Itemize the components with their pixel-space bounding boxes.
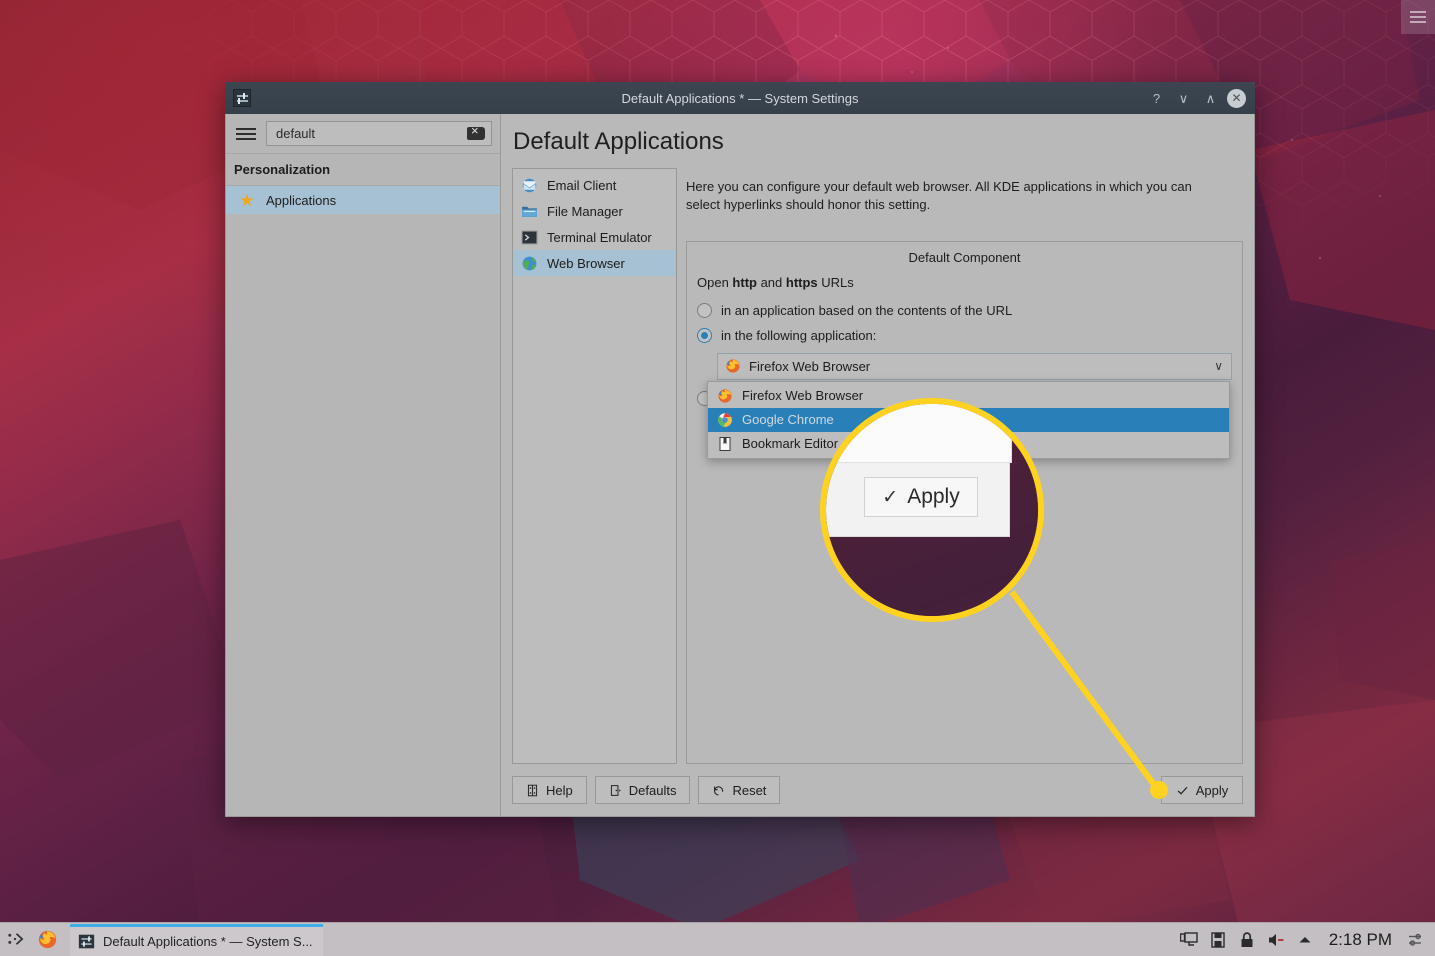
dropdown-item-label: Google Chrome <box>742 412 834 428</box>
taskbar-task-system-settings[interactable]: Default Applications * — System S... <box>70 923 323 956</box>
apply-button-label: Apply <box>1195 782 1229 798</box>
magnified-apply-label: Apply <box>907 485 960 508</box>
desktop: Default Applications * — System Settings… <box>0 0 1435 956</box>
launcher-glyph <box>7 933 23 945</box>
volume-icon[interactable] <box>1267 931 1285 949</box>
chrome-icon <box>718 413 732 427</box>
chevron-down-icon[interactable]: ∨ <box>1214 359 1223 373</box>
window-body: default Personalization ★ Applications D… <box>225 114 1255 817</box>
component-label: Web Browser <box>547 255 625 271</box>
component-label: Terminal Emulator <box>547 229 652 245</box>
close-window-button[interactable]: ✕ <box>1227 88 1246 108</box>
radio-button[interactable] <box>697 302 712 318</box>
radio-label: in the following application: <box>721 327 877 343</box>
reset-button-label: Reset <box>732 782 767 798</box>
search-input-value: default <box>276 126 316 141</box>
magnified-panel: ✓ Apply <box>826 404 1012 537</box>
plasma-launcher-icon[interactable] <box>0 923 30 956</box>
window-title: Default Applications * — System Settings <box>621 90 859 106</box>
system-settings-icon <box>78 934 95 948</box>
help-button-label: Help <box>546 782 573 798</box>
network-display-icon[interactable] <box>1179 931 1198 949</box>
sidebar-item-label: Applications <box>266 192 337 208</box>
minimize-window-button[interactable]: ∨ <box>1173 88 1194 109</box>
radio-option-url-based[interactable]: in an application based on the contents … <box>697 298 1232 323</box>
urls-and: and <box>756 274 786 290</box>
magnifier-callout: ✓ Apply <box>820 398 1044 622</box>
urls-label: Open http and https URLs <box>697 275 1232 298</box>
desktop-toolbox-icon[interactable] <box>1401 0 1435 34</box>
defaults-button-label: Defaults <box>628 782 677 798</box>
clear-text-icon[interactable] <box>467 124 485 140</box>
device-notifier-icon[interactable] <box>1209 931 1227 949</box>
defaults-button[interactable]: Defaults <box>594 776 691 804</box>
defaults-icon <box>610 784 621 796</box>
sidebar-toolbar: default <box>226 114 500 154</box>
check-icon: ✓ <box>882 486 899 508</box>
taskbar-task-label: Default Applications * — System S... <box>103 933 313 949</box>
urls-prefix: Open <box>697 274 733 290</box>
lock-icon[interactable] <box>1238 931 1256 949</box>
component-label: File Manager <box>547 203 623 219</box>
radio-option-following-app[interactable]: in the following application: <box>697 323 1232 348</box>
radio-button-selected[interactable] <box>697 327 712 343</box>
window-titlebar[interactable]: Default Applications * — System Settings… <box>225 82 1255 114</box>
component-description: Here you can configure your default web … <box>686 179 1192 213</box>
bookmark-icon <box>719 436 731 451</box>
system-tray: 2:18 PM <box>1179 930 1435 950</box>
taskbar-firefox-icon[interactable] <box>30 923 64 956</box>
email-icon <box>522 178 537 192</box>
search-input[interactable]: default <box>266 121 492 146</box>
star-icon: ★ <box>239 190 255 210</box>
radio-label: in an application based on the contents … <box>721 302 1013 318</box>
component-item-web-browser[interactable]: Web Browser <box>513 250 676 276</box>
help-book-icon <box>527 784 538 796</box>
hamburger-icon[interactable] <box>236 127 256 140</box>
dropdown-item-label: Firefox Web Browser <box>742 388 864 404</box>
show-hidden-icons-icon[interactable] <box>1296 931 1314 949</box>
help-button[interactable]: Help <box>512 776 587 804</box>
magnified-apply-button[interactable]: ✓ Apply <box>864 477 978 517</box>
groupbox-title: Default Component <box>908 249 1021 265</box>
firefox-icon <box>38 930 56 949</box>
globe-icon <box>522 256 537 270</box>
reset-button[interactable]: Reset <box>698 776 781 804</box>
firefox-icon <box>718 389 732 403</box>
urls-suffix: URLs <box>817 274 854 290</box>
check-icon <box>1177 786 1188 795</box>
button-bar: Help Defaults Reset Apply <box>501 764 1254 816</box>
browser-combobox[interactable]: Firefox Web Browser ∨ <box>717 352 1232 380</box>
component-item-email-client[interactable]: Email Client <box>513 172 676 198</box>
tray-settings-icon[interactable] <box>1407 931 1425 949</box>
component-label: Email Client <box>547 177 617 193</box>
taskbar: Default Applications * — System S... 2:1… <box>0 922 1435 956</box>
window-controls: ? ∨ ∧ ✕ <box>1146 88 1255 109</box>
firefox-icon <box>726 359 740 374</box>
page-title: Default Applications <box>513 128 724 155</box>
component-list: Email Client File Manager Terminal Emula… <box>512 168 677 764</box>
sidebar-section-personalization: Personalization <box>226 154 500 186</box>
reset-arrow-icon <box>714 785 724 795</box>
component-item-terminal-emulator[interactable]: Terminal Emulator <box>513 224 676 250</box>
help-window-button[interactable]: ? <box>1146 88 1167 109</box>
component-item-file-manager[interactable]: File Manager <box>513 198 676 224</box>
terminal-icon <box>521 230 538 244</box>
magnified-dropdown-area <box>832 404 1012 463</box>
system-settings-window: Default Applications * — System Settings… <box>225 82 1255 817</box>
clock[interactable]: 2:18 PM <box>1325 930 1396 950</box>
folder-icon <box>522 206 537 217</box>
apply-button[interactable]: Apply <box>1161 776 1243 804</box>
system-settings-icon <box>233 89 251 107</box>
sidebar-item-applications[interactable]: ★ Applications <box>226 186 500 214</box>
callout-target-dot <box>1150 781 1168 799</box>
urls-http: http <box>732 274 757 290</box>
sidebar: default Personalization ★ Applications <box>226 114 501 816</box>
combobox-value: Firefox Web Browser <box>749 358 871 374</box>
urls-https: https <box>785 274 818 290</box>
dropdown-item-label: Bookmark Editor <box>742 436 839 452</box>
maximize-window-button[interactable]: ∧ <box>1200 88 1221 109</box>
